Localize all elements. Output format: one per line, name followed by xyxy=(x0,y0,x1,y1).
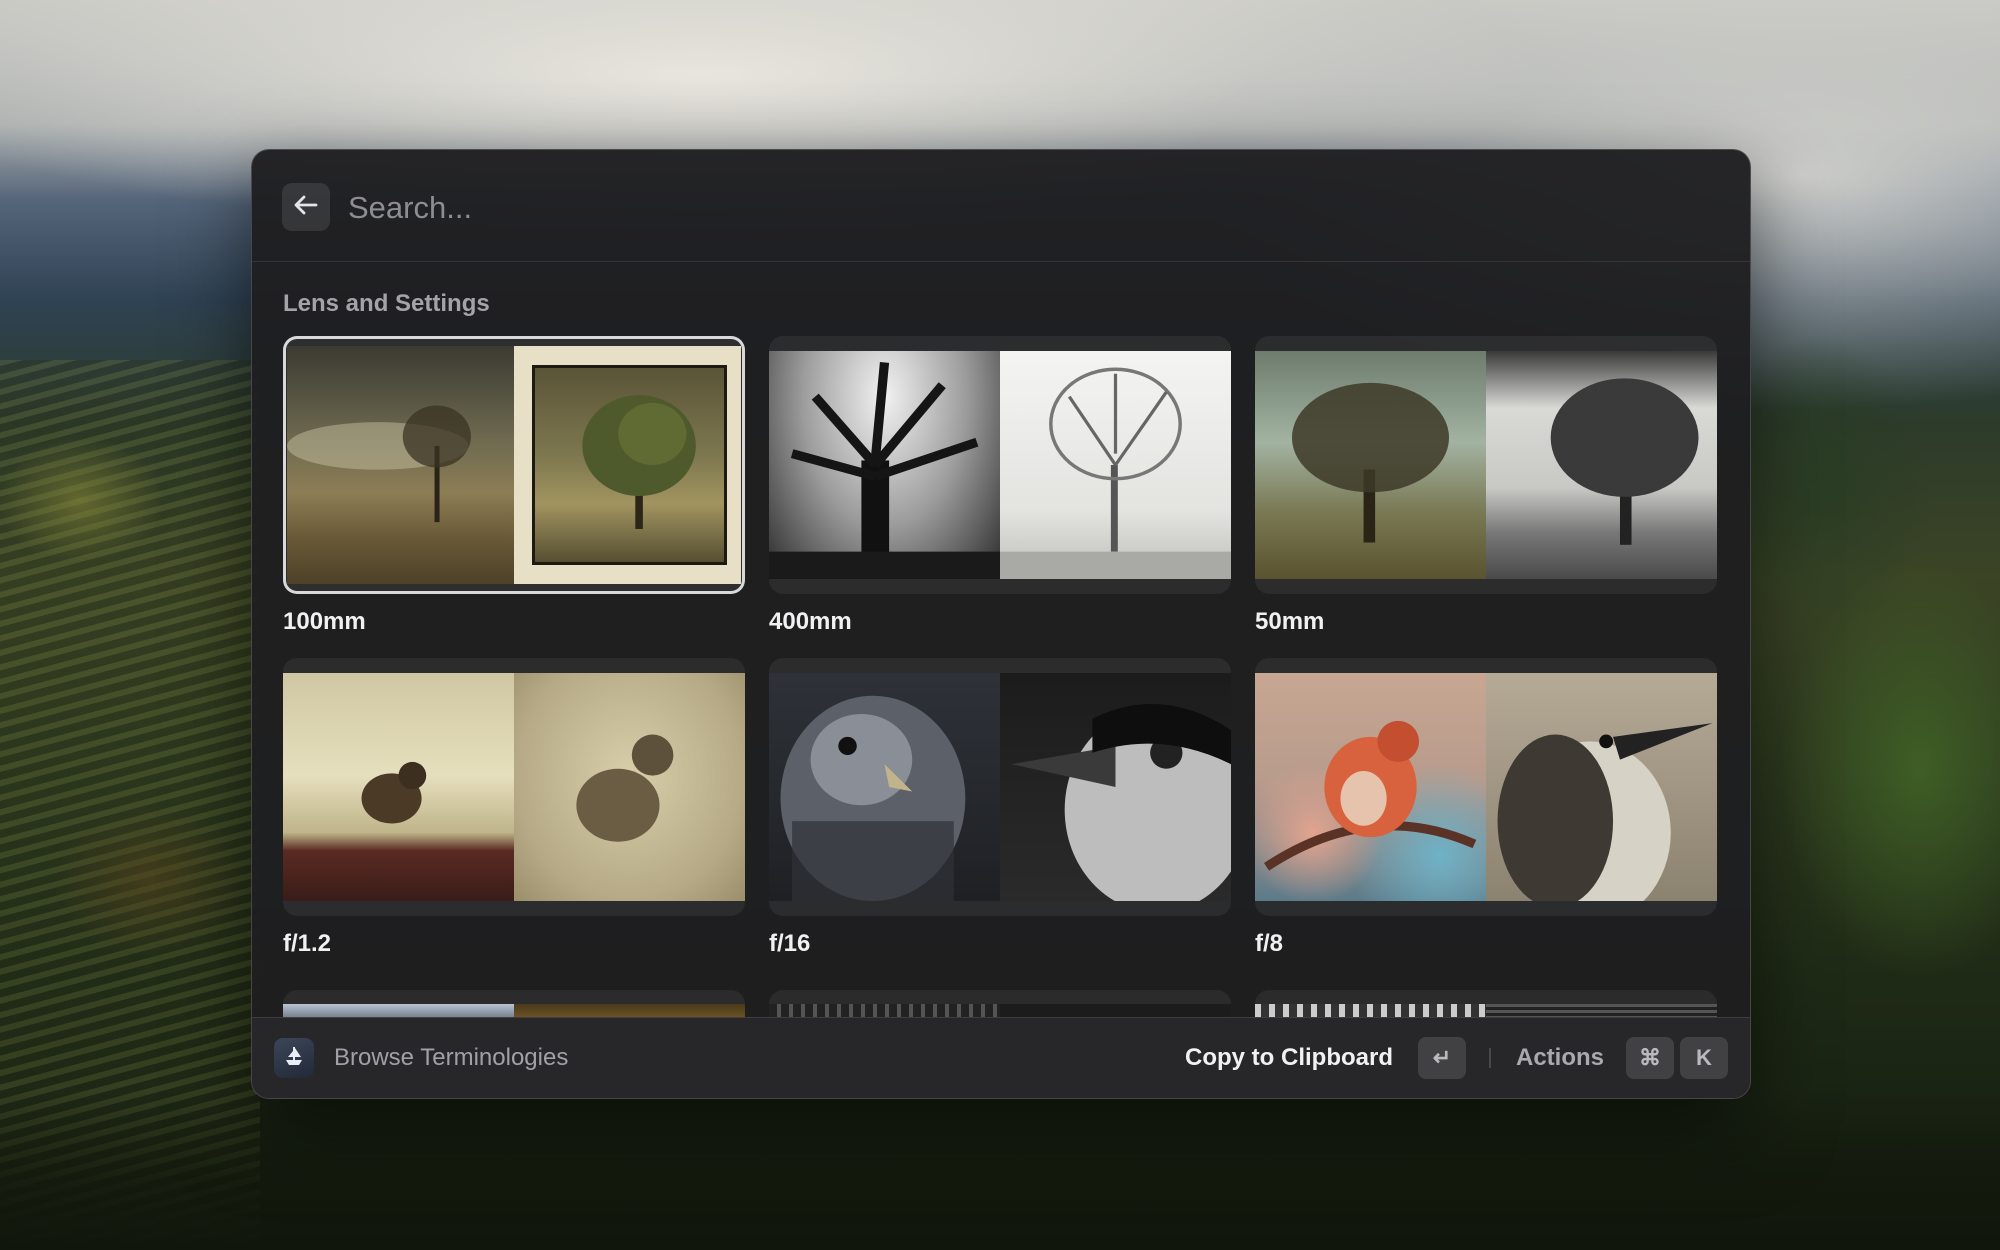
sample-image xyxy=(769,673,1000,901)
arrow-left-icon xyxy=(294,195,318,220)
sample-image xyxy=(769,351,1000,579)
sample-image xyxy=(1255,673,1486,901)
return-key-icon: ↵ xyxy=(1418,1037,1466,1079)
grid-item-label: 100mm xyxy=(283,608,366,635)
thumbnail xyxy=(769,336,1231,594)
grid-item-f-1-2[interactable]: f/1.2 xyxy=(283,658,745,958)
sample-image xyxy=(283,673,514,901)
thumbnail xyxy=(283,336,745,594)
next-row-partial xyxy=(283,990,1719,1018)
sample-image xyxy=(514,673,745,901)
wallpaper-forest xyxy=(0,1090,2000,1250)
sample-image xyxy=(287,346,514,584)
thumbnail xyxy=(1255,658,1717,916)
thumbnail xyxy=(1255,336,1717,594)
grid-item-label: f/8 xyxy=(1255,930,1284,957)
grid-item-label: f/16 xyxy=(769,930,811,957)
sample-image xyxy=(1255,351,1486,579)
sample-image xyxy=(1486,351,1717,579)
thumbnail xyxy=(769,658,1231,916)
sample-image xyxy=(1000,351,1231,579)
k-key-hint: K xyxy=(1680,1037,1728,1079)
actions-button[interactable]: Actions xyxy=(1516,1044,1604,1072)
grid-item-f-8[interactable]: f/8 xyxy=(1255,658,1717,958)
search-input[interactable] xyxy=(346,180,1350,236)
search-bar xyxy=(252,150,1750,262)
action-bar: Browse Terminologies Copy to Clipboard ↵… xyxy=(252,1017,1750,1098)
extension-icon xyxy=(274,1038,314,1078)
divider xyxy=(1489,1048,1491,1068)
section-title: Lens and Settings xyxy=(283,290,490,317)
grid-item-f-16[interactable]: f/16 xyxy=(769,658,1231,958)
command-key-icon: ⌘ xyxy=(1626,1037,1674,1079)
grid-item-label: 400mm xyxy=(769,608,852,635)
sample-image xyxy=(1486,673,1717,901)
back-button[interactable] xyxy=(282,183,330,231)
sample-image xyxy=(1000,673,1231,901)
launcher-window: Lens and Settings xyxy=(251,149,1751,1099)
grid-item-50mm[interactable]: 50mm xyxy=(1255,336,1717,636)
copy-to-clipboard-button[interactable]: Copy to Clipboard xyxy=(1185,1044,1393,1072)
grid-item-400mm[interactable]: 400mm xyxy=(769,336,1231,636)
grid-item-label: f/1.2 xyxy=(283,930,332,957)
extension-title: Browse Terminologies xyxy=(334,1044,569,1071)
sample-image xyxy=(514,346,741,584)
grid-item-100mm[interactable]: 100mm xyxy=(283,336,745,636)
ship-wheel-icon xyxy=(281,1043,307,1074)
grid-item-label: 50mm xyxy=(1255,608,1325,635)
thumbnail xyxy=(283,658,745,916)
